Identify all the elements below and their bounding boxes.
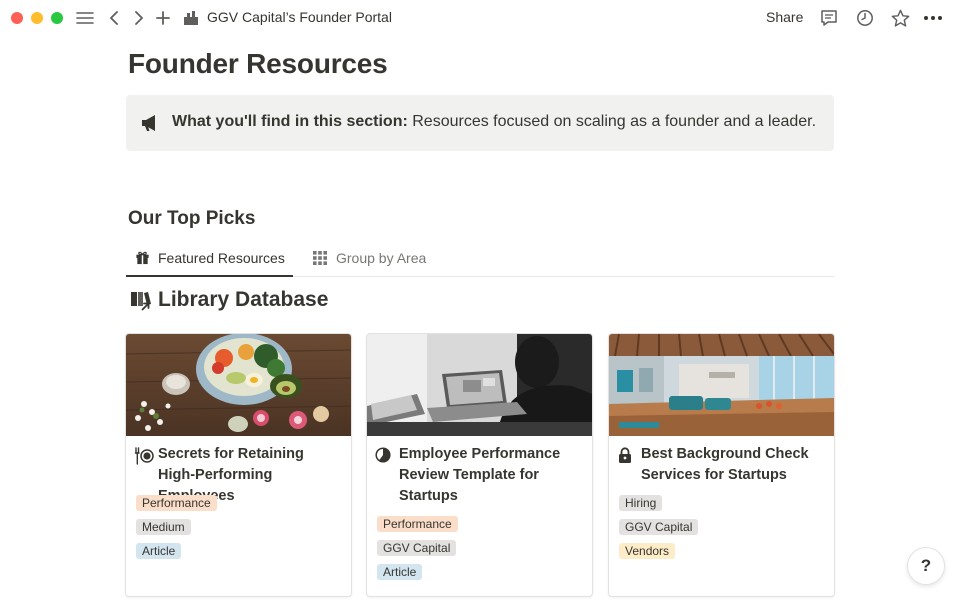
section-heading: Our Top Picks [128, 208, 256, 229]
back-arrow-icon[interactable] [104, 8, 124, 28]
tag-ggv-capital: GGV Capital [377, 540, 457, 556]
window-minimize-button[interactable] [31, 12, 43, 24]
tab-group-by-area[interactable]: Group by Area [304, 240, 434, 276]
tag-medium: Medium [136, 519, 191, 535]
cover-image-food [126, 334, 351, 436]
breadcrumb[interactable]: GGV Capital’s Founder Portal [207, 9, 392, 25]
sidebar-toggle-icon[interactable] [75, 8, 95, 28]
clock-icon[interactable] [855, 8, 875, 28]
card-title: Best Background Check Services for Start… [641, 446, 809, 483]
more-icon[interactable] [923, 8, 943, 28]
page-title: Founder Resources [128, 48, 388, 79]
grid-icon [312, 250, 328, 266]
card-title: Employee Performance Review Template for… [399, 446, 561, 504]
comment-icon[interactable] [819, 8, 839, 28]
gallery-card[interactable]: Best Background Check Services for Start… [608, 333, 835, 597]
tag-hiring: Hiring [619, 495, 663, 511]
tag-ggv-capital: GGV Capital [619, 519, 699, 535]
megaphone-icon [140, 114, 160, 132]
cover-image-office [609, 334, 834, 436]
callout-bold-text: What you'll find in this section: [172, 113, 408, 130]
window-maximize-button[interactable] [51, 12, 63, 24]
tag-article: Article [136, 543, 182, 559]
tag-performance: Performance [136, 495, 217, 511]
linked-book-icon [130, 289, 152, 311]
database-title[interactable]: Library Database [130, 288, 328, 312]
gallery-card[interactable]: Employee Performance Review Template for… [366, 333, 593, 597]
pie-chart-icon [375, 447, 393, 465]
view-tabs: Featured Resources Group by Area [126, 240, 834, 277]
top-bar: GGV Capital’s Founder Portal Share [0, 0, 960, 36]
window-close-button[interactable] [11, 12, 23, 24]
database-title-text: Library Database [158, 288, 329, 311]
building-icon [181, 8, 201, 28]
cover-image-laptop [367, 334, 592, 436]
utensils-icon [134, 447, 154, 465]
tab-featured-resources[interactable]: Featured Resources [126, 240, 293, 277]
lock-icon [617, 447, 635, 465]
tab-label: Featured Resources [158, 249, 285, 266]
gift-icon [134, 250, 150, 266]
share-button[interactable]: Share [766, 9, 803, 25]
callout-body-text: Resources focused on scaling as a founde… [407, 113, 817, 130]
forward-arrow-icon[interactable] [129, 8, 149, 28]
callout-block: What you'll find in this section: Resour… [126, 95, 834, 151]
tag-article: Article [377, 564, 423, 580]
star-icon[interactable] [890, 8, 910, 28]
callout-text: What you'll find in this section: Resour… [172, 113, 816, 131]
tag-performance: Performance [377, 516, 458, 532]
tab-label: Group by Area [336, 250, 427, 266]
help-button[interactable]: ? [907, 547, 945, 585]
tag-vendors: Vendors [619, 543, 676, 559]
gallery-card[interactable]: Secrets for Retaining High-Performing Em… [125, 333, 352, 597]
plus-icon[interactable] [153, 8, 173, 28]
